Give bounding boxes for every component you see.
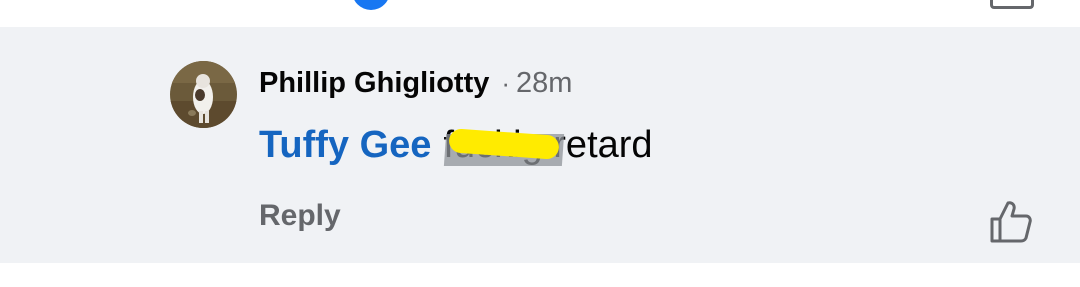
comments-screen: Phillip Ghigliotty · 28m Tuffy Gee fucki… <box>0 0 1080 287</box>
comment-rest-text: retard <box>553 123 653 166</box>
author-line: Phillip Ghigliotty · 28m <box>259 65 572 101</box>
author-avatar[interactable] <box>170 61 237 128</box>
reply-button[interactable]: Reply <box>259 199 341 233</box>
mention-link[interactable]: Tuffy Gee <box>259 124 431 167</box>
comment-body: Tuffy Gee fuckig retard <box>259 119 653 171</box>
separator-dot: · <box>501 67 511 98</box>
comment-timestamp[interactable]: 28m <box>516 67 572 100</box>
previous-reaction-avatar <box>352 0 390 10</box>
dog-photo-icon <box>170 61 237 128</box>
previous-like-icon[interactable] <box>990 0 1034 9</box>
censored-word: fuckig <box>443 124 565 167</box>
comment: Phillip Ghigliotty · 28m Tuffy Gee fucki… <box>0 27 1080 263</box>
author-name[interactable]: Phillip Ghigliotty <box>259 67 489 100</box>
previous-comment-strip <box>0 0 1080 27</box>
like-button[interactable] <box>988 199 1034 245</box>
thumbs-up-icon <box>990 201 1032 243</box>
